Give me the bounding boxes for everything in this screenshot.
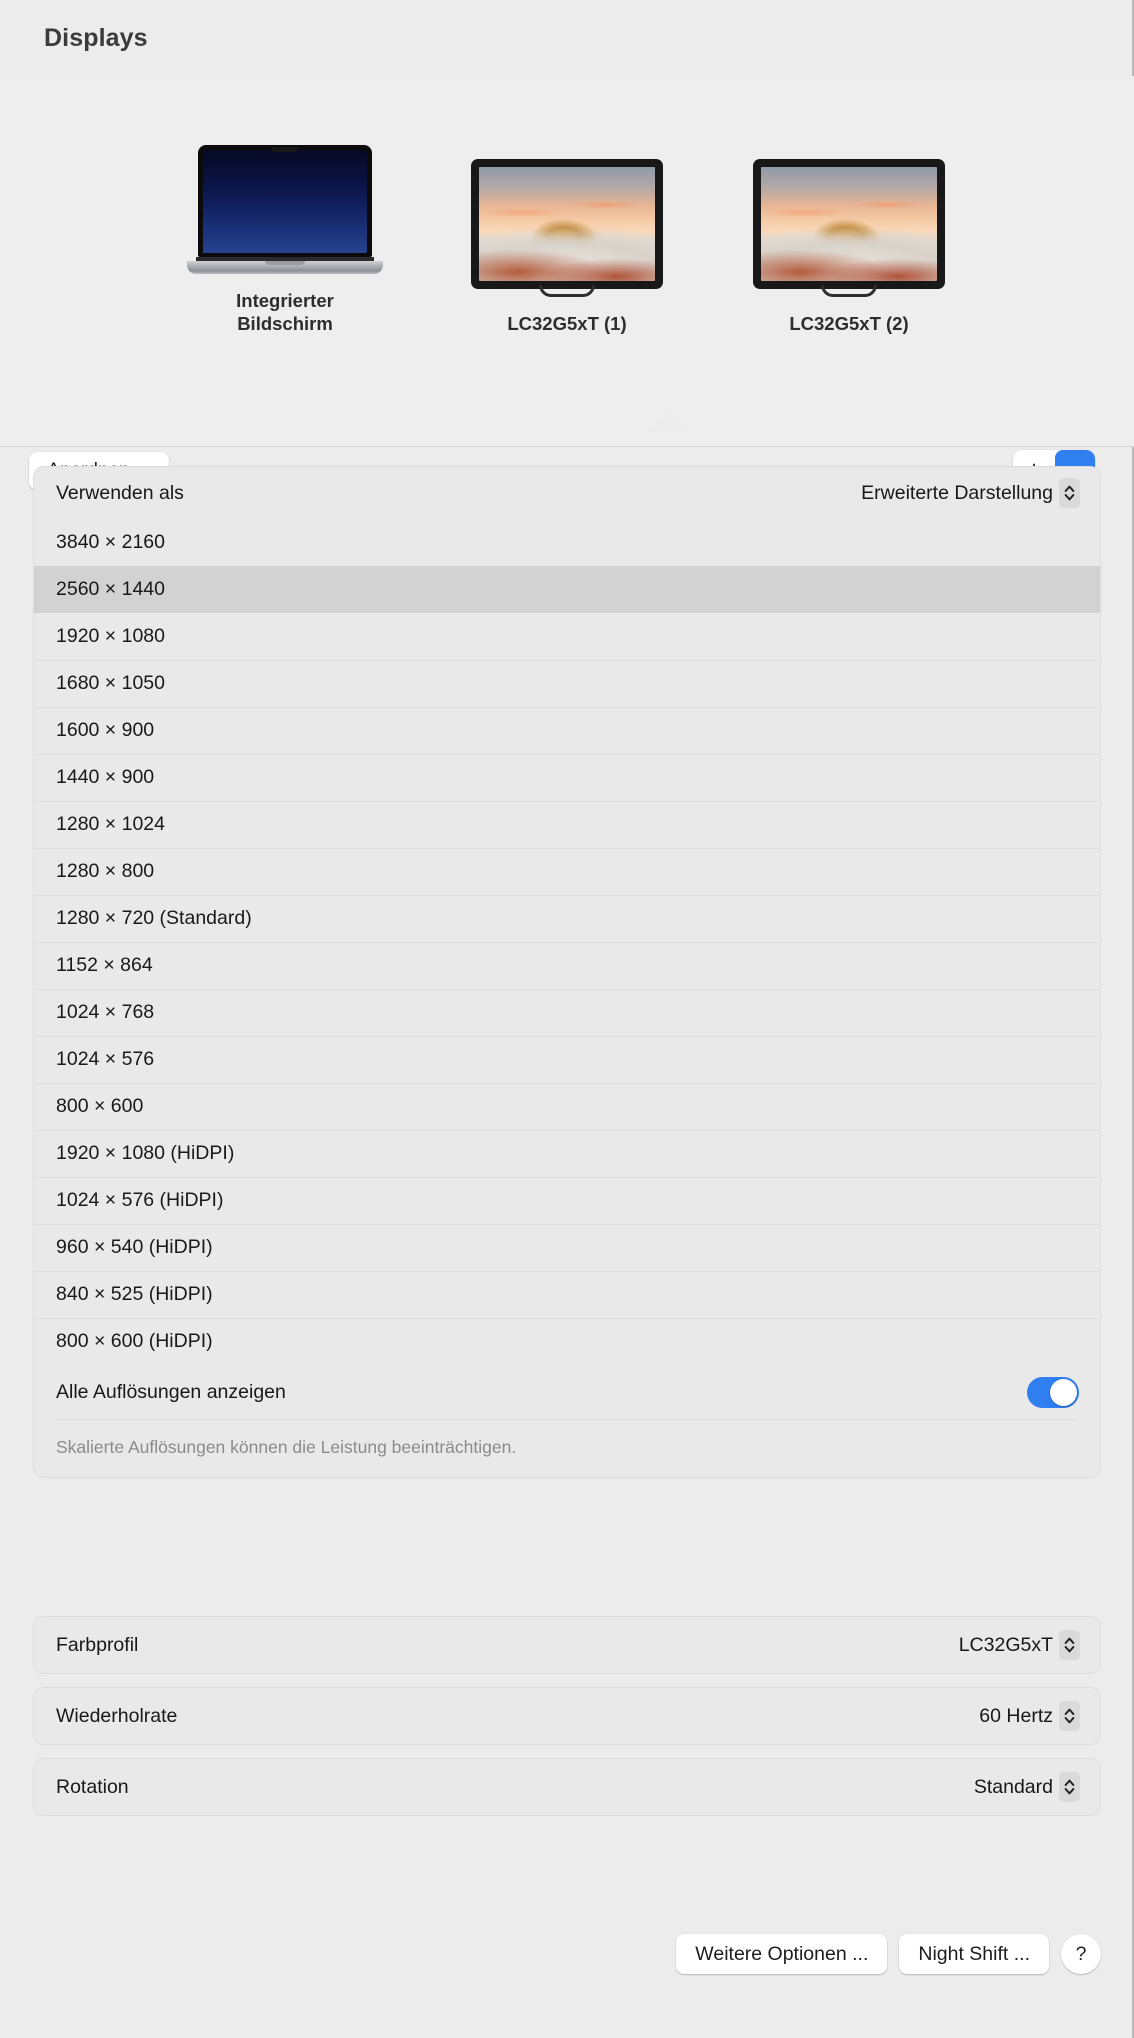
updown-chevron-icon[interactable] bbox=[1059, 1630, 1080, 1660]
resolution-item[interactable]: 1600 × 900 bbox=[34, 707, 1100, 754]
rotation-value: Standard bbox=[973, 1775, 1053, 1798]
monitor-1-thumbnail[interactable] bbox=[442, 157, 692, 297]
laptop-thumbnail[interactable] bbox=[160, 134, 410, 274]
monitor-2-frame bbox=[756, 161, 942, 286]
display-item-lc32g5xt-1[interactable]: LC32G5xT (1) bbox=[442, 157, 692, 336]
display-chooser: Integrierter Bildschirm LC32G5xT (1) LC3… bbox=[0, 76, 1134, 490]
color-profile-value: LC32G5xT bbox=[958, 1633, 1053, 1656]
resolution-item[interactable]: 1280 × 720 (Standard) bbox=[34, 895, 1100, 942]
refresh-rate-card[interactable]: Wiederholrate 60 Hertz bbox=[33, 1687, 1101, 1745]
footer-button-bar: Weitere Optionen ... Night Shift ... ? bbox=[676, 1934, 1101, 1974]
monitor-icon bbox=[756, 161, 942, 297]
resolution-item[interactable]: 1024 × 576 bbox=[34, 1036, 1100, 1083]
monitor-2-thumbnail[interactable] bbox=[724, 157, 974, 297]
monitor-1-wallpaper bbox=[479, 166, 655, 281]
night-shift-button[interactable]: Night Shift ... bbox=[899, 1934, 1049, 1974]
laptop-icon bbox=[187, 145, 383, 274]
display-item-integrierter-bildschirm[interactable]: Integrierter Bildschirm bbox=[160, 134, 410, 335]
resolution-card: Verwenden als Erweiterte Darstellung 384… bbox=[33, 466, 1101, 1478]
color-profile-value-group[interactable]: LC32G5xT bbox=[959, 1630, 1080, 1660]
resolution-item[interactable]: 3840 × 2160 bbox=[34, 519, 1100, 566]
monitor-icon bbox=[474, 161, 660, 297]
use-as-row[interactable]: Verwenden als Erweiterte Darstellung bbox=[34, 467, 1100, 519]
resolution-item[interactable]: 800 × 600 bbox=[34, 1083, 1100, 1130]
chooser-divider bbox=[0, 446, 1134, 447]
display-thumbnail-row: Integrierter Bildschirm LC32G5xT (1) LC3… bbox=[0, 134, 1134, 335]
use-as-value: Erweiterte Darstellung bbox=[861, 481, 1053, 504]
resolution-item[interactable]: 1680 × 1050 bbox=[34, 660, 1100, 707]
monitor-1-stand bbox=[539, 284, 595, 297]
color-profile-row[interactable]: Farbprofil LC32G5xT bbox=[34, 1617, 1100, 1673]
displays-settings-pane: Displays Integrierter Bildschirm LC32G5x… bbox=[0, 0, 1134, 2038]
refresh-rate-value-group[interactable]: 60 Hertz bbox=[979, 1701, 1080, 1731]
display-label-integrierter-bildschirm: Integrierter Bildschirm bbox=[236, 290, 334, 335]
display-label-lc32g5xt-1: LC32G5xT (1) bbox=[507, 312, 627, 334]
resolution-list[interactable]: 3840 × 2160 2560 × 1440 1920 × 1080 1680 × … bbox=[34, 519, 1100, 1365]
resolution-item[interactable]: 1920 × 1080 (HiDPI) bbox=[34, 1130, 1100, 1177]
help-button[interactable]: ? bbox=[1061, 1934, 1101, 1974]
resolution-item[interactable]: 1920 × 1080 bbox=[34, 613, 1100, 660]
display-item-lc32g5xt-2[interactable]: LC32G5xT (2) bbox=[724, 157, 974, 336]
resolution-item[interactable]: 840 × 525 (HiDPI) bbox=[34, 1271, 1100, 1318]
show-all-resolutions-row[interactable]: Alle Auflösungen anzeigen bbox=[34, 1365, 1100, 1419]
resolution-item[interactable]: 800 × 600 (HiDPI) bbox=[34, 1318, 1100, 1365]
resolution-item[interactable]: 1280 × 1024 bbox=[34, 801, 1100, 848]
toggle-knob bbox=[1050, 1378, 1077, 1406]
color-profile-card[interactable]: Farbprofil LC32G5xT bbox=[33, 1616, 1101, 1674]
monitor-2-wallpaper bbox=[761, 166, 937, 281]
resolution-item[interactable]: 1440 × 900 bbox=[34, 754, 1100, 801]
rotation-value-group[interactable]: Standard bbox=[974, 1772, 1080, 1802]
selected-display-caret bbox=[647, 410, 691, 432]
show-all-resolutions-toggle[interactable] bbox=[1027, 1376, 1079, 1408]
refresh-rate-row[interactable]: Wiederholrate 60 Hertz bbox=[34, 1688, 1100, 1744]
resolution-footnote: Skalierte Auflösungen können die Leistun… bbox=[56, 1437, 517, 1457]
refresh-rate-value: 60 Hertz bbox=[979, 1704, 1053, 1727]
resolution-item[interactable]: 1024 × 576 (HiDPI) bbox=[34, 1177, 1100, 1224]
resolution-item[interactable]: 960 × 540 (HiDPI) bbox=[34, 1224, 1100, 1271]
laptop-base bbox=[187, 261, 383, 274]
laptop-screen bbox=[198, 145, 372, 257]
display-label-lc32g5xt-2: LC32G5xT (2) bbox=[789, 312, 909, 334]
resolution-item[interactable]: 1280 × 800 bbox=[34, 848, 1100, 895]
updown-chevron-icon[interactable] bbox=[1059, 478, 1080, 508]
resolution-item[interactable]: 2560 × 1440 bbox=[34, 566, 1100, 613]
color-profile-label: Farbprofil bbox=[56, 1633, 139, 1656]
use-as-value-group[interactable]: Erweiterte Darstellung bbox=[861, 478, 1080, 508]
updown-chevron-icon[interactable] bbox=[1059, 1701, 1080, 1731]
refresh-rate-label: Wiederholrate bbox=[56, 1704, 178, 1727]
monitor-2-stand bbox=[821, 284, 877, 297]
resolution-item[interactable]: 1024 × 768 bbox=[34, 989, 1100, 1036]
laptop-wallpaper bbox=[203, 150, 367, 253]
use-as-label: Verwenden als bbox=[56, 481, 184, 504]
display-label-line-1: Integrierter bbox=[236, 290, 334, 311]
rotation-label: Rotation bbox=[56, 1775, 129, 1798]
monitor-1-frame bbox=[474, 161, 660, 286]
updown-chevron-icon[interactable] bbox=[1059, 1772, 1080, 1802]
page-title: Displays bbox=[44, 24, 148, 52]
rotation-row[interactable]: Rotation Standard bbox=[34, 1759, 1100, 1815]
rotation-card[interactable]: Rotation Standard bbox=[33, 1758, 1101, 1816]
more-options-button[interactable]: Weitere Optionen ... bbox=[676, 1934, 888, 1974]
laptop-notch bbox=[272, 147, 298, 152]
show-all-resolutions-label: Alle Auflösungen anzeigen bbox=[56, 1380, 286, 1403]
resolution-item[interactable]: 1152 × 864 bbox=[34, 942, 1100, 989]
display-label-line-2: Bildschirm bbox=[237, 312, 333, 334]
